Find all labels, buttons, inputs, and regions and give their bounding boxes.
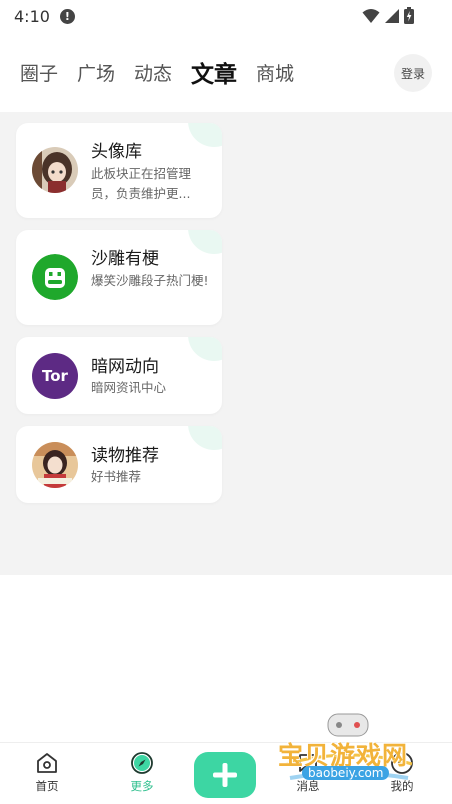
nav-more-label: 更多: [130, 779, 154, 793]
category-card-avatar-library[interactable]: 头像库 此板块正在招管理员，负责维护更...: [16, 123, 222, 218]
category-card-book-recommendations[interactable]: 读物推荐 好书推荐: [16, 426, 222, 503]
home-icon: [37, 753, 57, 773]
green-face-avatar-icon: [32, 254, 78, 300]
status-time: 4:10: [14, 6, 50, 26]
tab-feed[interactable]: 动态: [134, 59, 172, 86]
top-tab-bar: 圈子 广场 动态 文章 商城 登录: [0, 44, 452, 100]
tor-logo-text: Tor: [42, 367, 68, 385]
card-title: 暗网动向: [91, 357, 159, 377]
anime-girl-avatar-icon: [32, 147, 78, 193]
cell-signal-icon: [385, 8, 399, 23]
battery-icon: [404, 7, 414, 24]
card-title: 沙雕有梗: [91, 249, 159, 269]
tab-square[interactable]: 广场: [77, 59, 115, 86]
category-card-darknet-news[interactable]: Tor 暗网动向 暗网资讯中心: [16, 337, 222, 414]
compass-icon: [131, 752, 153, 774]
tor-logo-icon: Tor: [32, 353, 78, 399]
card-description: 暗网资讯中心: [91, 380, 167, 395]
card-corner-decoration: [188, 337, 222, 361]
wifi-icon: [362, 8, 380, 23]
nav-home-label: 首页: [35, 779, 59, 793]
login-button[interactable]: 登录: [394, 54, 432, 92]
card-title: 头像库: [91, 142, 142, 162]
watermark-logo: 宝贝游戏网 baobeiy.com: [276, 712, 422, 792]
tab-shop[interactable]: 商城: [256, 59, 294, 86]
nav-more[interactable]: 更多: [117, 751, 167, 794]
status-bar: 4:10 !: [0, 0, 452, 32]
status-indicators: [362, 7, 414, 24]
reading-girl-avatar-icon: [32, 442, 78, 488]
tab-articles[interactable]: 文章: [191, 55, 237, 89]
watermark-url: baobeiy.com: [302, 766, 390, 780]
card-title: 读物推荐: [91, 446, 159, 466]
nav-home[interactable]: 首页: [22, 751, 72, 794]
category-card-funny-memes[interactable]: 沙雕有梗 爆笑沙雕段子热门梗!: [16, 230, 222, 325]
card-description: 此板块正在招管理员，负责维护更...: [91, 166, 192, 201]
tab-circle[interactable]: 圈子: [20, 59, 58, 86]
alert-icon: !: [59, 8, 75, 24]
card-corner-decoration: [188, 230, 222, 254]
card-corner-decoration: [188, 123, 222, 147]
card-corner-decoration: [188, 426, 222, 450]
article-category-list: 头像库 此板块正在招管理员，负责维护更... 沙雕有梗 爆笑沙雕段子热门梗! T…: [0, 112, 452, 575]
card-description: 爆笑沙雕段子热门梗!: [91, 273, 209, 288]
card-description: 好书推荐: [91, 469, 142, 484]
plus-icon: [213, 763, 237, 787]
create-post-button[interactable]: [194, 752, 256, 798]
